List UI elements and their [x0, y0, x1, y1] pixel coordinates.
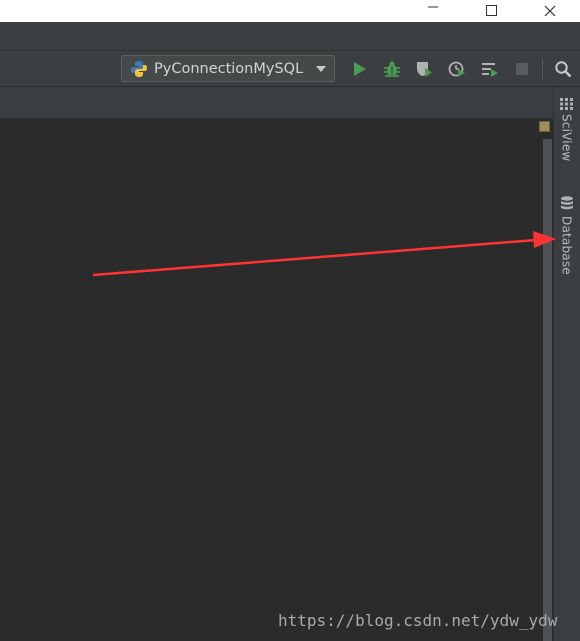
- search-icon: [555, 61, 572, 78]
- stop-icon: [516, 63, 528, 75]
- editor-area[interactable]: [0, 119, 543, 641]
- maximize-button[interactable]: [468, 0, 514, 22]
- inspection-status-marker[interactable]: [539, 121, 550, 132]
- navigation-bar: [0, 22, 580, 51]
- sciview-tab-label: SciView: [559, 114, 574, 162]
- editor-tab-strip: [0, 87, 553, 119]
- run-configuration-dropdown[interactable]: PyConnectionMySQL: [121, 55, 335, 82]
- concurrency-icon: [482, 63, 498, 77]
- tool-window-tab-sciview[interactable]: SciView: [553, 98, 580, 161]
- search-everywhere-button[interactable]: [552, 58, 574, 80]
- minimize-button[interactable]: [410, 0, 456, 22]
- chevron-down-icon: [316, 66, 326, 72]
- run-icon: [354, 62, 366, 76]
- maximize-icon: [486, 5, 497, 16]
- run-configuration-label: PyConnectionMySQL: [154, 60, 304, 77]
- close-button[interactable]: [527, 0, 573, 22]
- sciview-icon: [559, 98, 573, 110]
- right-tool-window-bar: [553, 87, 580, 641]
- close-icon: [544, 5, 556, 17]
- debug-button[interactable]: [381, 58, 403, 80]
- concurrency-diagram-button[interactable]: [479, 58, 501, 80]
- debug-icon: [384, 61, 400, 77]
- run-button[interactable]: [348, 58, 370, 80]
- python-icon: [131, 60, 147, 77]
- window-title-bar: [0, 0, 580, 22]
- vertical-scrollbar[interactable]: [543, 139, 552, 641]
- database-tab-label: Database: [559, 216, 574, 275]
- tool-window-tab-database[interactable]: Database: [553, 196, 580, 275]
- profile-button[interactable]: [446, 58, 468, 80]
- stop-button[interactable]: [511, 58, 533, 80]
- coverage-button[interactable]: [413, 58, 435, 80]
- coverage-icon: [417, 62, 432, 77]
- watermark: https://blog.csdn.net/ydw_ydw: [278, 611, 558, 630]
- profile-icon: [448, 61, 465, 77]
- database-icon: [560, 196, 573, 210]
- minimize-icon: [428, 6, 438, 8]
- toolbar-separator: [542, 58, 543, 80]
